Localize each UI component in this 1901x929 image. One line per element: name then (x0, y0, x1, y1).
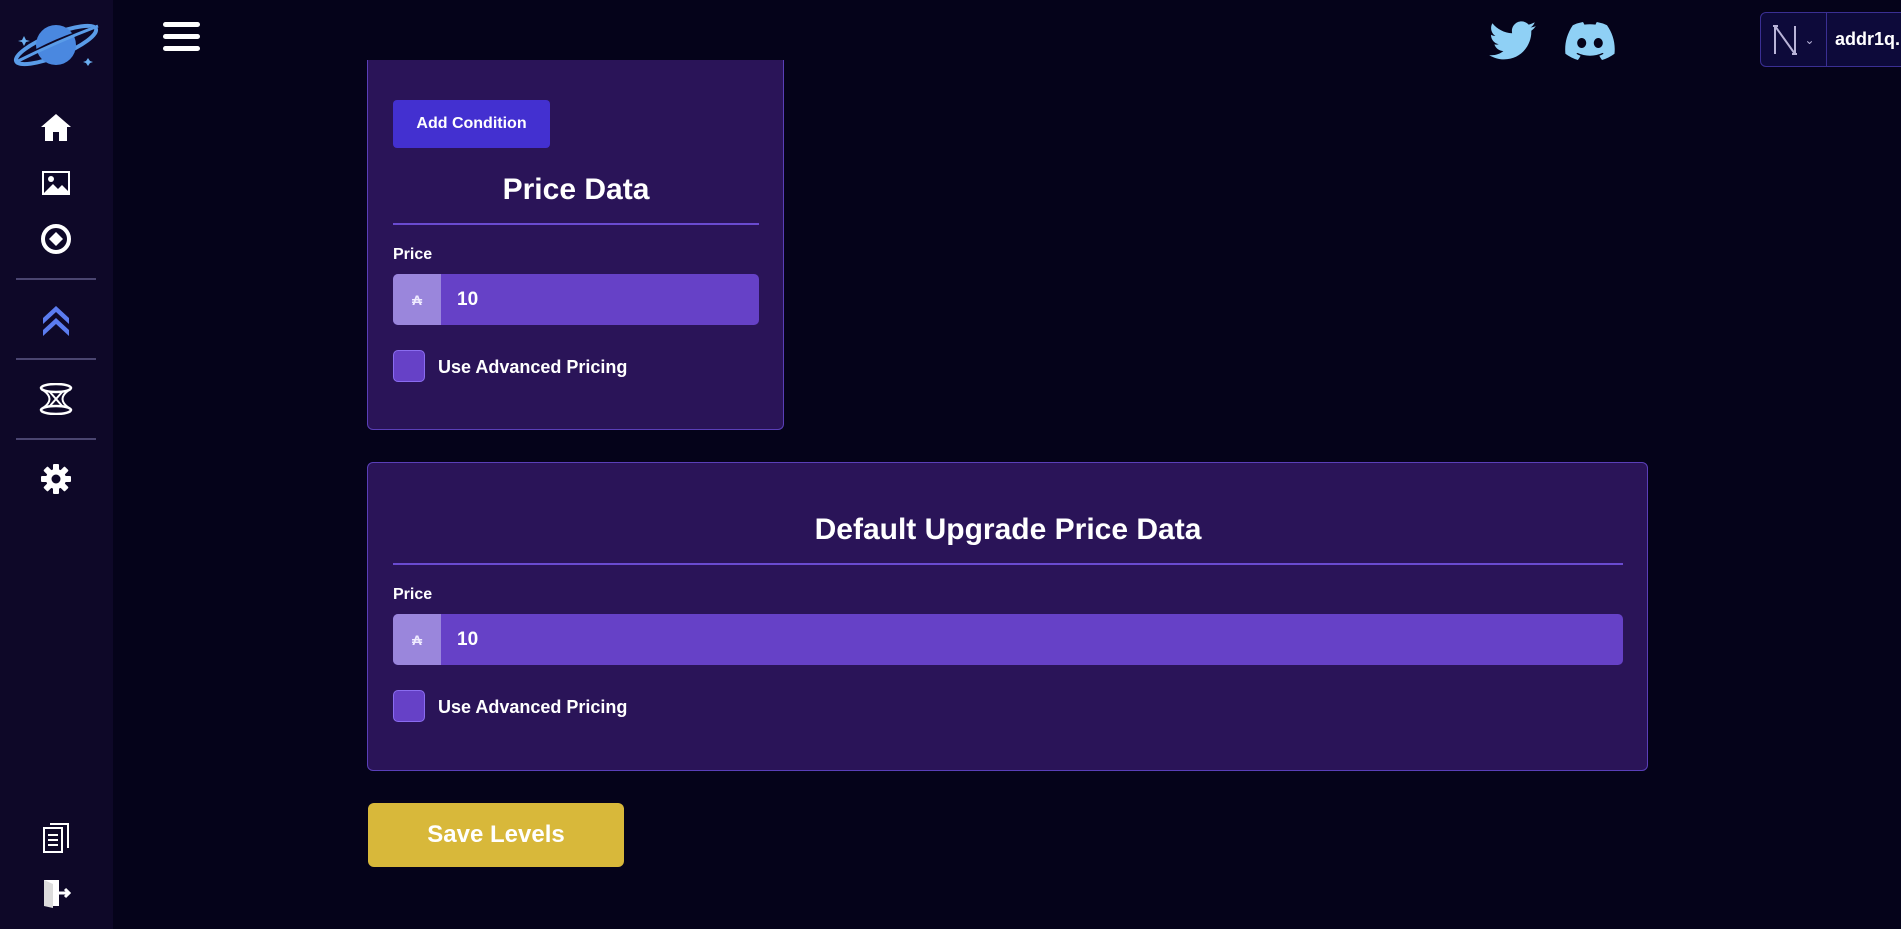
default-upgrade-price-input[interactable]: ₳ 10 (393, 614, 1623, 665)
sidebar-divider (16, 358, 96, 360)
advanced-pricing-label: Use Advanced Pricing (438, 357, 628, 377)
wallet-address: addr1q...whpg (1835, 29, 1901, 49)
price-value[interactable]: 10 (441, 274, 759, 325)
chevron-down-icon: ⌄ (1804, 32, 1815, 47)
discord-icon[interactable] (1562, 16, 1618, 66)
chevrons-up-icon[interactable] (36, 299, 76, 339)
portal-icon[interactable] (36, 379, 76, 419)
price-data-title: Price Data (502, 173, 650, 206)
divider (393, 223, 759, 225)
sidebar-divider (16, 438, 96, 440)
target-icon[interactable] (36, 219, 76, 259)
default-upgrade-title: Default Upgrade Price Data (814, 513, 1202, 546)
image-icon[interactable] (36, 163, 76, 203)
price-label: Price (393, 586, 433, 603)
add-condition-button[interactable]: Add Condition (393, 100, 550, 148)
advanced-pricing-label: Use Advanced Pricing (438, 697, 628, 717)
save-levels-button[interactable]: Save Levels (368, 803, 624, 867)
document-icon[interactable] (36, 818, 76, 858)
sidebar (0, 0, 113, 929)
currency-prefix: ₳ (393, 614, 441, 665)
gear-icon[interactable] (36, 459, 76, 499)
menu-hamburger-icon[interactable] (163, 22, 203, 58)
price-value[interactable]: 10 (441, 614, 1623, 665)
home-icon[interactable] (36, 107, 76, 147)
advanced-pricing-checkbox[interactable] (393, 350, 425, 382)
planet-logo-icon[interactable] (10, 14, 102, 76)
divider (393, 563, 1623, 565)
price-input[interactable]: ₳ 10 (393, 274, 759, 325)
wallet-selector[interactable]: ⌄ addr1q...whpg (1760, 12, 1901, 67)
currency-prefix: ₳ (393, 274, 441, 325)
advanced-pricing-checkbox[interactable] (393, 690, 425, 722)
price-label: Price (393, 246, 433, 263)
sidebar-divider (16, 278, 96, 280)
logout-icon[interactable] (36, 873, 76, 913)
twitter-icon[interactable] (1485, 16, 1541, 66)
wallet-logo-icon: ⌄ (1761, 13, 1827, 66)
